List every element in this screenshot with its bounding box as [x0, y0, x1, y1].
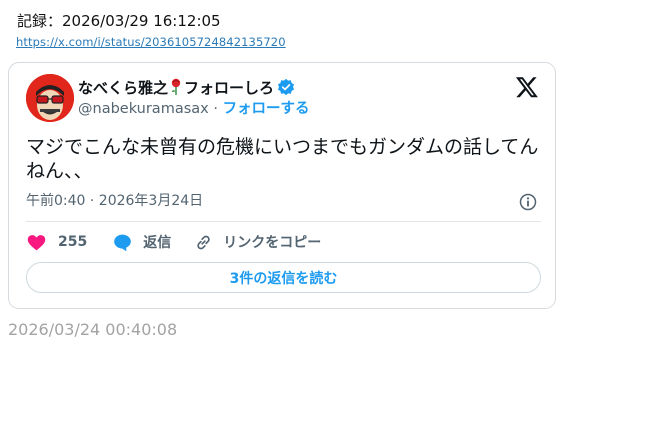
- verified-badge-icon: [278, 78, 295, 96]
- author-display-name[interactable]: なべくら雅之: [78, 77, 168, 98]
- follow-button[interactable]: フォローする: [223, 101, 310, 117]
- like-count: 255: [58, 234, 88, 250]
- tweet-card: なべくら雅之 フォローしろ @nabekuramasax · フォローする マジ…: [8, 62, 556, 309]
- archived-time: 2026/03/24 00:40:08: [8, 320, 178, 339]
- author-display-name-suffix[interactable]: フォローしろ: [184, 77, 274, 98]
- rose-emoji-icon: [171, 78, 181, 95]
- author-handle[interactable]: @nabekuramasax: [78, 101, 209, 117]
- info-icon[interactable]: [518, 192, 538, 212]
- link-icon: [197, 235, 210, 249]
- author-name-row[interactable]: なべくら雅之 フォローしろ: [78, 77, 295, 97]
- handle-separator: ·: [213, 101, 218, 117]
- read-replies-button[interactable]: 3件の返信を読む: [26, 262, 541, 293]
- copy-link-label: リンクをコピー: [223, 235, 322, 251]
- tweet-timestamp[interactable]: 午前0:40 · 2026年3月24日: [26, 192, 203, 210]
- speech-bubble-icon: [114, 234, 132, 251]
- x-logo-icon[interactable]: [515, 75, 539, 99]
- heart-icon: [27, 234, 46, 250]
- author-handle-row: @nabekuramasax · フォローする: [78, 100, 310, 118]
- reply-label: 返信: [143, 235, 172, 251]
- avatar-illustration: [26, 74, 74, 122]
- divider: [26, 221, 541, 222]
- reply-action[interactable]: 返信: [112, 232, 171, 253]
- tweet-text: マジでこんな未曾有の危機にいつまでもガンダムの話してんねん、、: [26, 136, 539, 182]
- avatar[interactable]: [26, 74, 74, 122]
- tweet-actions: 255 返信 リンクをコピー: [26, 231, 321, 253]
- like-action[interactable]: 255: [26, 232, 87, 253]
- copy-link-action[interactable]: リンクをコピー: [193, 232, 321, 253]
- record-url-link[interactable]: https://x.com/i/status/20361057248421357…: [16, 35, 286, 49]
- record-timestamp: 記録：2026/03/29 16:12:05: [17, 12, 221, 30]
